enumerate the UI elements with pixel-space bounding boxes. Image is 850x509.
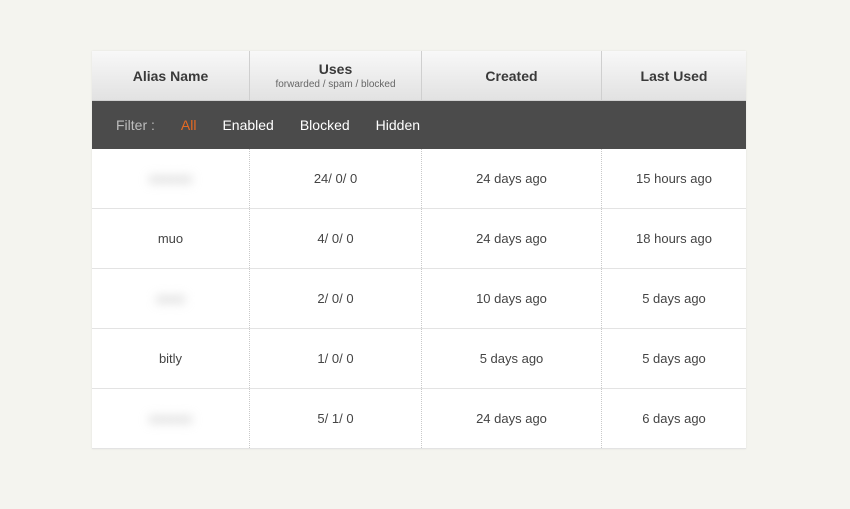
filter-bar: Filter : All Enabled Blocked Hidden [92,101,746,149]
alias-value: bitly [159,351,182,366]
col-header-uses-sublabel: forwarded / spam / blocked [275,79,395,90]
table-row[interactable]: xxxx 2/ 0/ 010 days ago5 days ago [92,269,746,329]
table-row[interactable]: bitly1/ 0/ 05 days ago5 days ago [92,329,746,389]
cell-uses: 24/ 0/ 0 [250,149,422,208]
filter-blocked[interactable]: Blocked [300,117,350,133]
cell-uses: 1/ 0/ 0 [250,329,422,388]
cell-last-used: 15 hours ago [602,149,746,208]
col-header-alias-label: Alias Name [133,68,208,84]
cell-created: 5 days ago [422,329,602,388]
table-header: Alias Name Uses forwarded / spam / block… [92,51,746,101]
cell-alias: bitly [92,329,250,388]
cell-uses: 2/ 0/ 0 [250,269,422,328]
cell-last-used: 18 hours ago [602,209,746,268]
filter-all[interactable]: All [181,117,197,133]
cell-last-used: 5 days ago [602,269,746,328]
table-body: xxxxxx24/ 0/ 024 days ago15 hours agomuo… [92,149,746,449]
col-header-created[interactable]: Created [422,51,602,100]
cell-uses: 4/ 0/ 0 [250,209,422,268]
col-header-last-used[interactable]: Last Used [602,51,746,100]
alias-table: Alias Name Uses forwarded / spam / block… [92,51,746,449]
cell-last-used: 6 days ago [602,389,746,448]
cell-created: 24 days ago [422,389,602,448]
cell-created: 24 days ago [422,209,602,268]
cell-created: 24 days ago [422,149,602,208]
cell-uses: 5/ 1/ 0 [250,389,422,448]
alias-value: muo [158,231,183,246]
cell-alias: xxxxxx [92,149,250,208]
table-row[interactable]: xxxxxx 5/ 1/ 024 days ago6 days ago [92,389,746,449]
col-header-last-used-label: Last Used [641,68,708,84]
filter-label: Filter : [116,117,155,133]
cell-created: 10 days ago [422,269,602,328]
cell-alias: xxxxxx [92,389,250,448]
table-row[interactable]: muo 4/ 0/ 024 days ago18 hours ago [92,209,746,269]
col-header-created-label: Created [485,68,537,84]
col-header-uses-label: Uses [319,61,352,77]
table-row[interactable]: xxxxxx 24/ 0/ 024 days ago15 hours ago [92,149,746,209]
filter-hidden[interactable]: Hidden [376,117,420,133]
alias-value: xxxxxx [149,411,192,426]
col-header-uses[interactable]: Uses forwarded / spam / blocked [250,51,422,100]
filter-enabled[interactable]: Enabled [222,117,273,133]
cell-alias: xxxx [92,269,250,328]
cell-alias: muo [92,209,250,268]
cell-last-used: 5 days ago [602,329,746,388]
alias-value: xxxx [156,291,185,306]
col-header-alias[interactable]: Alias Name [92,51,250,100]
alias-value: xxxxxx [149,171,192,186]
